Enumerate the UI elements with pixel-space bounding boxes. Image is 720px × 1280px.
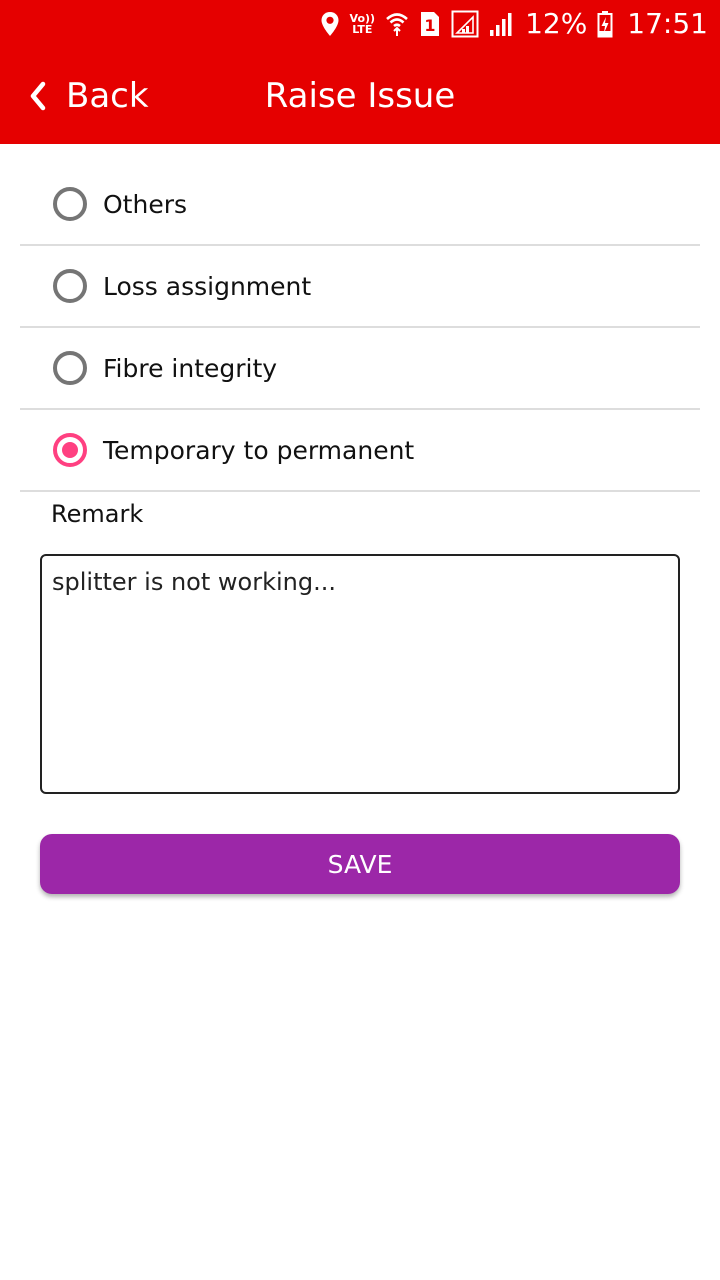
clock: 17:51 <box>627 7 708 40</box>
radio-button[interactable] <box>53 187 87 221</box>
signal-icon <box>451 10 479 38</box>
toolbar: Back Raise Issue <box>0 48 720 144</box>
status-bar: Vo)) LTE 1 12% 17:51 <box>0 0 720 48</box>
page-title: Raise Issue <box>264 76 456 116</box>
sim-number: 1 <box>424 16 435 35</box>
status-icons: Vo)) LTE 1 12% 17:51 <box>320 4 708 44</box>
battery-percent: 12% <box>525 7 588 40</box>
radio-option-label: Fibre integrity <box>103 353 278 383</box>
radio-option-loss-assignment[interactable]: Loss assignment <box>20 246 700 328</box>
volte-bottom-text: LTE <box>352 23 373 36</box>
battery-charging-icon <box>597 10 613 38</box>
radio-button[interactable] <box>53 269 87 303</box>
radio-option-temporary-to-permanent[interactable]: Temporary to permanent <box>20 410 700 492</box>
radio-option-label: Others <box>103 189 188 219</box>
remark-textarea[interactable]: splitter is not working... <box>40 554 680 794</box>
sim-1-icon: 1 <box>419 10 441 38</box>
radio-button-selected[interactable] <box>53 433 87 467</box>
remark-label: Remark <box>51 500 144 528</box>
wifi-icon <box>385 11 409 37</box>
save-button[interactable]: SAVE <box>40 834 680 894</box>
volte-icon: Vo)) LTE <box>350 13 376 35</box>
radio-option-label: Loss assignment <box>103 271 312 301</box>
app-bar: Vo)) LTE 1 12% 17:51 Back Raise Issue <box>0 0 720 144</box>
radio-option-others[interactable]: Others <box>20 164 700 246</box>
location-icon <box>320 11 340 37</box>
radio-option-label: Temporary to permanent <box>103 435 415 465</box>
radio-button[interactable] <box>53 351 87 385</box>
signal-icon <box>489 11 515 37</box>
radio-option-fibre-integrity[interactable]: Fibre integrity <box>20 328 700 410</box>
issue-type-radio-group: Others Loss assignment Fibre integrity T… <box>20 164 700 492</box>
